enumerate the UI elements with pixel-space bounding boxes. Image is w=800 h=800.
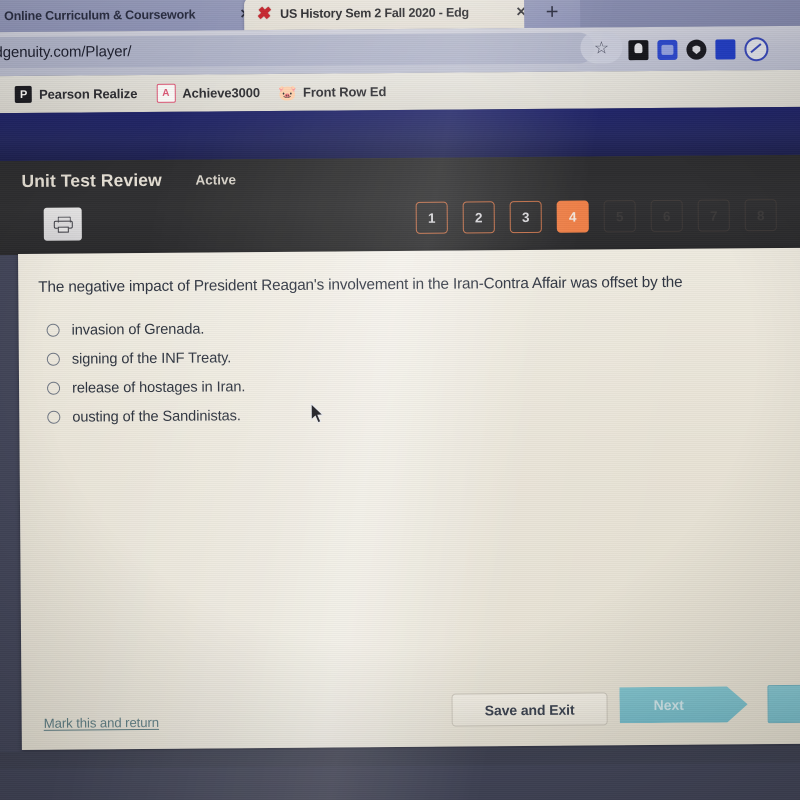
bookmark-label: Front Row Ed bbox=[302, 84, 387, 100]
bookmark-item-pearson[interactable]: P Pearson Realize bbox=[15, 85, 138, 104]
answer-option-label: release of hostages in Iran. bbox=[72, 378, 246, 397]
address-bar[interactable]: dgenuity.com/Player/ bbox=[0, 32, 595, 69]
offscreen-teal-button[interactable] bbox=[767, 684, 800, 724]
extension-blue-square-icon[interactable] bbox=[715, 39, 736, 60]
answer-option-b[interactable]: signing of the INF Treaty. bbox=[46, 343, 245, 374]
bookmark-label: Pearson Realize bbox=[39, 86, 138, 102]
radio-button-icon[interactable] bbox=[46, 352, 60, 366]
radio-button-icon[interactable] bbox=[46, 323, 60, 337]
pager-button-1[interactable]: 1 bbox=[415, 201, 448, 234]
new-tab-button[interactable]: + bbox=[523, 0, 581, 29]
answer-options-list: invasion of Grenada. signing of the INF … bbox=[46, 314, 246, 432]
url-text: dgenuity.com/Player/ bbox=[0, 43, 132, 62]
pager-button-7: 7 bbox=[697, 199, 730, 232]
radio-button-icon[interactable] bbox=[47, 410, 61, 424]
bookmarks-bar: om P Pearson Realize A Achieve3000 🐷 Fro… bbox=[0, 69, 800, 114]
bookmark-item-front-row-ed[interactable]: 🐷 Front Row Ed bbox=[278, 83, 387, 102]
site-navy-band bbox=[0, 106, 800, 162]
extensions-row bbox=[628, 37, 769, 62]
status-badge: Active bbox=[195, 172, 237, 188]
mouse-cursor bbox=[310, 402, 325, 424]
monitor-bezel bbox=[0, 745, 800, 770]
pager-button-8: 8 bbox=[744, 199, 777, 232]
printer-icon bbox=[53, 216, 73, 233]
question-card: The negative impact of President Reagan'… bbox=[18, 247, 800, 750]
edgenuity-x-icon: ✖ bbox=[255, 3, 273, 23]
next-button[interactable]: Next bbox=[619, 686, 747, 723]
tab-strip-empty-area bbox=[579, 0, 800, 28]
achieve-icon: A bbox=[156, 83, 176, 103]
extension-puzzle-icon[interactable] bbox=[657, 39, 678, 60]
star-icon: ☆ bbox=[593, 37, 610, 57]
pager-button-3[interactable]: 3 bbox=[509, 200, 542, 234]
tab-title: Online Curriculum & Coursework bbox=[4, 7, 196, 23]
extension-circle-slash-icon[interactable] bbox=[744, 37, 769, 62]
photo-of-screen: Online Curriculum & Coursework ✕ ✖ US Hi… bbox=[0, 0, 800, 800]
mark-this-and-return-link[interactable]: Mark this and return bbox=[44, 715, 159, 731]
answer-option-a[interactable]: invasion of Grenada. bbox=[46, 314, 245, 345]
bookmark-star-button[interactable]: ☆ bbox=[580, 31, 623, 64]
answer-option-label: ousting of the Sandinistas. bbox=[72, 407, 241, 426]
tab-title: US History Sem 2 Fall 2020 - Edg bbox=[280, 4, 469, 21]
print-button[interactable] bbox=[43, 207, 82, 241]
question-pager: 1 2 3 4 5 6 7 8 bbox=[415, 199, 777, 234]
answer-option-label: signing of the INF Treaty. bbox=[71, 349, 232, 368]
pager-button-5: 5 bbox=[603, 200, 636, 233]
answer-option-c[interactable]: release of hostages in Iran. bbox=[47, 372, 245, 403]
pearson-icon: P bbox=[15, 85, 33, 104]
page-title: Unit Test Review bbox=[21, 169, 162, 191]
question-stem: The negative impact of President Reagan'… bbox=[38, 273, 683, 296]
answer-option-d[interactable]: ousting of the Sandinistas. bbox=[47, 401, 245, 432]
extension-shield-icon[interactable] bbox=[686, 39, 707, 60]
extension-dark-icon[interactable] bbox=[628, 40, 649, 61]
browser-tab-inactive[interactable]: Online Curriculum & Coursework ✕ bbox=[0, 0, 257, 33]
browser-tab-active[interactable]: ✖ US History Sem 2 Fall 2020 - Edg ✕ bbox=[244, 0, 533, 31]
pager-button-2[interactable]: 2 bbox=[462, 201, 495, 234]
pager-button-4-current[interactable]: 4 bbox=[556, 200, 589, 233]
bookmark-item-achieve3000[interactable]: A Achieve3000 bbox=[156, 83, 260, 103]
radio-button-icon[interactable] bbox=[47, 381, 61, 395]
pager-button-6: 6 bbox=[650, 199, 683, 233]
answer-option-label: invasion of Grenada. bbox=[71, 321, 205, 339]
save-and-exit-button[interactable]: Save and Exit bbox=[451, 692, 608, 727]
pig-icon: 🐷 bbox=[278, 84, 297, 102]
screen-surface: Online Curriculum & Coursework ✕ ✖ US Hi… bbox=[0, 0, 800, 770]
bookmark-label: Achieve3000 bbox=[182, 85, 261, 101]
